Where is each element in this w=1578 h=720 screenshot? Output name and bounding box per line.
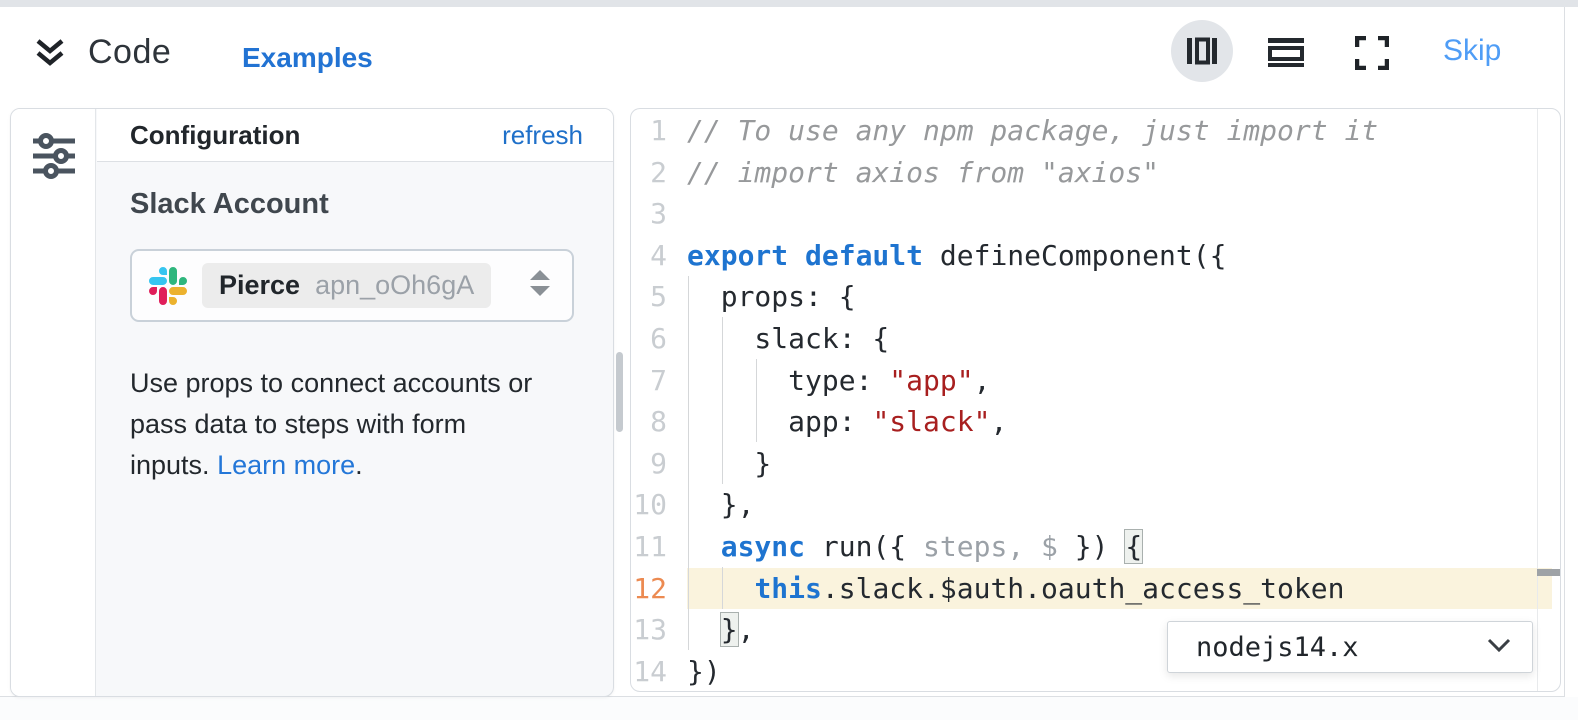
chevron-down-icon bbox=[1486, 636, 1512, 659]
code-line[interactable]: 8 app: "slack", bbox=[631, 401, 1560, 443]
columns-layout-icon bbox=[1186, 37, 1218, 65]
account-token: apn_oOh6gA bbox=[315, 270, 474, 301]
up-down-arrows-icon bbox=[528, 268, 552, 303]
account-name: Pierce bbox=[219, 270, 300, 301]
description-line: pass data to steps with form bbox=[130, 404, 613, 445]
panel-scrollbar-thumb[interactable] bbox=[616, 352, 623, 432]
description-line: inputs. Learn more. bbox=[130, 445, 613, 486]
line-number[interactable]: 10 bbox=[631, 484, 667, 526]
config-body: Slack Account Pierce apn_oOh6gA Use prop… bbox=[97, 162, 613, 696]
fullscreen-button[interactable] bbox=[1355, 36, 1389, 70]
page-bottom-area bbox=[0, 697, 1578, 720]
layout-columns-button[interactable] bbox=[1171, 20, 1233, 82]
skip-link[interactable]: Skip bbox=[1443, 34, 1501, 68]
double-chevron-down-icon bbox=[34, 38, 66, 68]
code-line[interactable]: 2 // import axios from "axios" bbox=[631, 152, 1560, 194]
code-text: props: { bbox=[687, 276, 1552, 318]
line-number[interactable]: 6 bbox=[631, 318, 667, 360]
code-line[interactable]: 5 props: { bbox=[631, 276, 1560, 318]
code-text: // import axios from "axios" bbox=[687, 152, 1552, 194]
code-line[interactable]: 4 export default defineComponent({ bbox=[631, 235, 1560, 277]
page-right-border bbox=[1564, 7, 1565, 696]
examples-link[interactable]: Examples bbox=[242, 42, 373, 74]
code-text: } bbox=[687, 443, 1552, 485]
account-pill: Pierce apn_oOh6gA bbox=[202, 263, 491, 308]
code-editor[interactable]: 1 // To use any npm package, just import … bbox=[630, 108, 1561, 692]
refresh-link[interactable]: refresh bbox=[502, 120, 583, 151]
code-line[interactable]: 1 // To use any npm package, just import … bbox=[631, 110, 1560, 152]
code-lines: 1 // To use any npm package, just import … bbox=[631, 110, 1560, 692]
runtime-label: nodejs14.x bbox=[1196, 632, 1359, 663]
page-title: Code bbox=[88, 33, 171, 72]
top-edge-strip bbox=[0, 0, 1578, 7]
expand-corners-icon bbox=[1355, 36, 1389, 70]
line-number[interactable]: 8 bbox=[631, 401, 667, 443]
line-number[interactable]: 13 bbox=[631, 609, 667, 651]
code-text: app: "slack", bbox=[687, 401, 1552, 443]
props-description: Use props to connect accounts or pass da… bbox=[130, 363, 613, 486]
active-code-text: this.slack.$auth.oauth_access_token bbox=[687, 568, 1552, 610]
overview-ruler[interactable] bbox=[1537, 109, 1538, 691]
config-title: Configuration bbox=[130, 120, 300, 151]
code-text: // To use any npm package, just import i… bbox=[687, 110, 1552, 152]
code-text: }, bbox=[687, 484, 1552, 526]
line-number[interactable]: 7 bbox=[631, 360, 667, 402]
line-number[interactable]: 14 bbox=[631, 651, 667, 692]
slack-logo-icon bbox=[149, 267, 187, 305]
code-line[interactable]: 9 } bbox=[631, 443, 1560, 485]
line-number[interactable]: 2 bbox=[631, 152, 667, 194]
config-header: Configuration refresh bbox=[97, 109, 613, 162]
line-number[interactable]: 12 bbox=[631, 568, 667, 610]
runtime-select[interactable]: nodejs14.x bbox=[1167, 621, 1533, 673]
code-text: slack: { bbox=[687, 318, 1552, 360]
line-number[interactable]: 3 bbox=[631, 193, 667, 235]
code-line[interactable]: 6 slack: { bbox=[631, 318, 1560, 360]
code-line[interactable]: 12 this.slack.$auth.oauth_access_token bbox=[631, 568, 1560, 610]
line-number[interactable]: 11 bbox=[631, 526, 667, 568]
collapse-step-button[interactable] bbox=[34, 38, 66, 68]
description-line: Use props to connect accounts or bbox=[130, 363, 613, 404]
configuration-panel: Configuration refresh Slack Account Pier… bbox=[10, 108, 614, 697]
code-line[interactable]: 11 async run({ steps, $ }) { bbox=[631, 526, 1560, 568]
sliders-icon[interactable] bbox=[30, 133, 78, 184]
rows-layout-icon bbox=[1267, 37, 1305, 67]
slack-account-label: Slack Account bbox=[130, 188, 613, 221]
code-text: type: "app", bbox=[687, 360, 1552, 402]
line-number[interactable]: 1 bbox=[631, 110, 667, 152]
slack-account-select[interactable]: Pierce apn_oOh6gA bbox=[130, 249, 574, 322]
code-text bbox=[687, 193, 1552, 235]
layout-rows-button[interactable] bbox=[1267, 36, 1305, 68]
code-line[interactable]: 10 }, bbox=[631, 484, 1560, 526]
line-number[interactable]: 4 bbox=[631, 235, 667, 277]
code-line[interactable]: 3 bbox=[631, 193, 1560, 235]
line-number[interactable]: 5 bbox=[631, 276, 667, 318]
overview-ruler-marker bbox=[1537, 569, 1561, 576]
line-number[interactable]: 9 bbox=[631, 443, 667, 485]
code-text: async run({ steps, $ }) { bbox=[687, 526, 1552, 568]
code-text: export default defineComponent({ bbox=[687, 235, 1552, 277]
code-line[interactable]: 7 type: "app", bbox=[631, 360, 1560, 402]
config-rail bbox=[11, 109, 96, 696]
learn-more-link[interactable]: Learn more bbox=[217, 450, 355, 480]
